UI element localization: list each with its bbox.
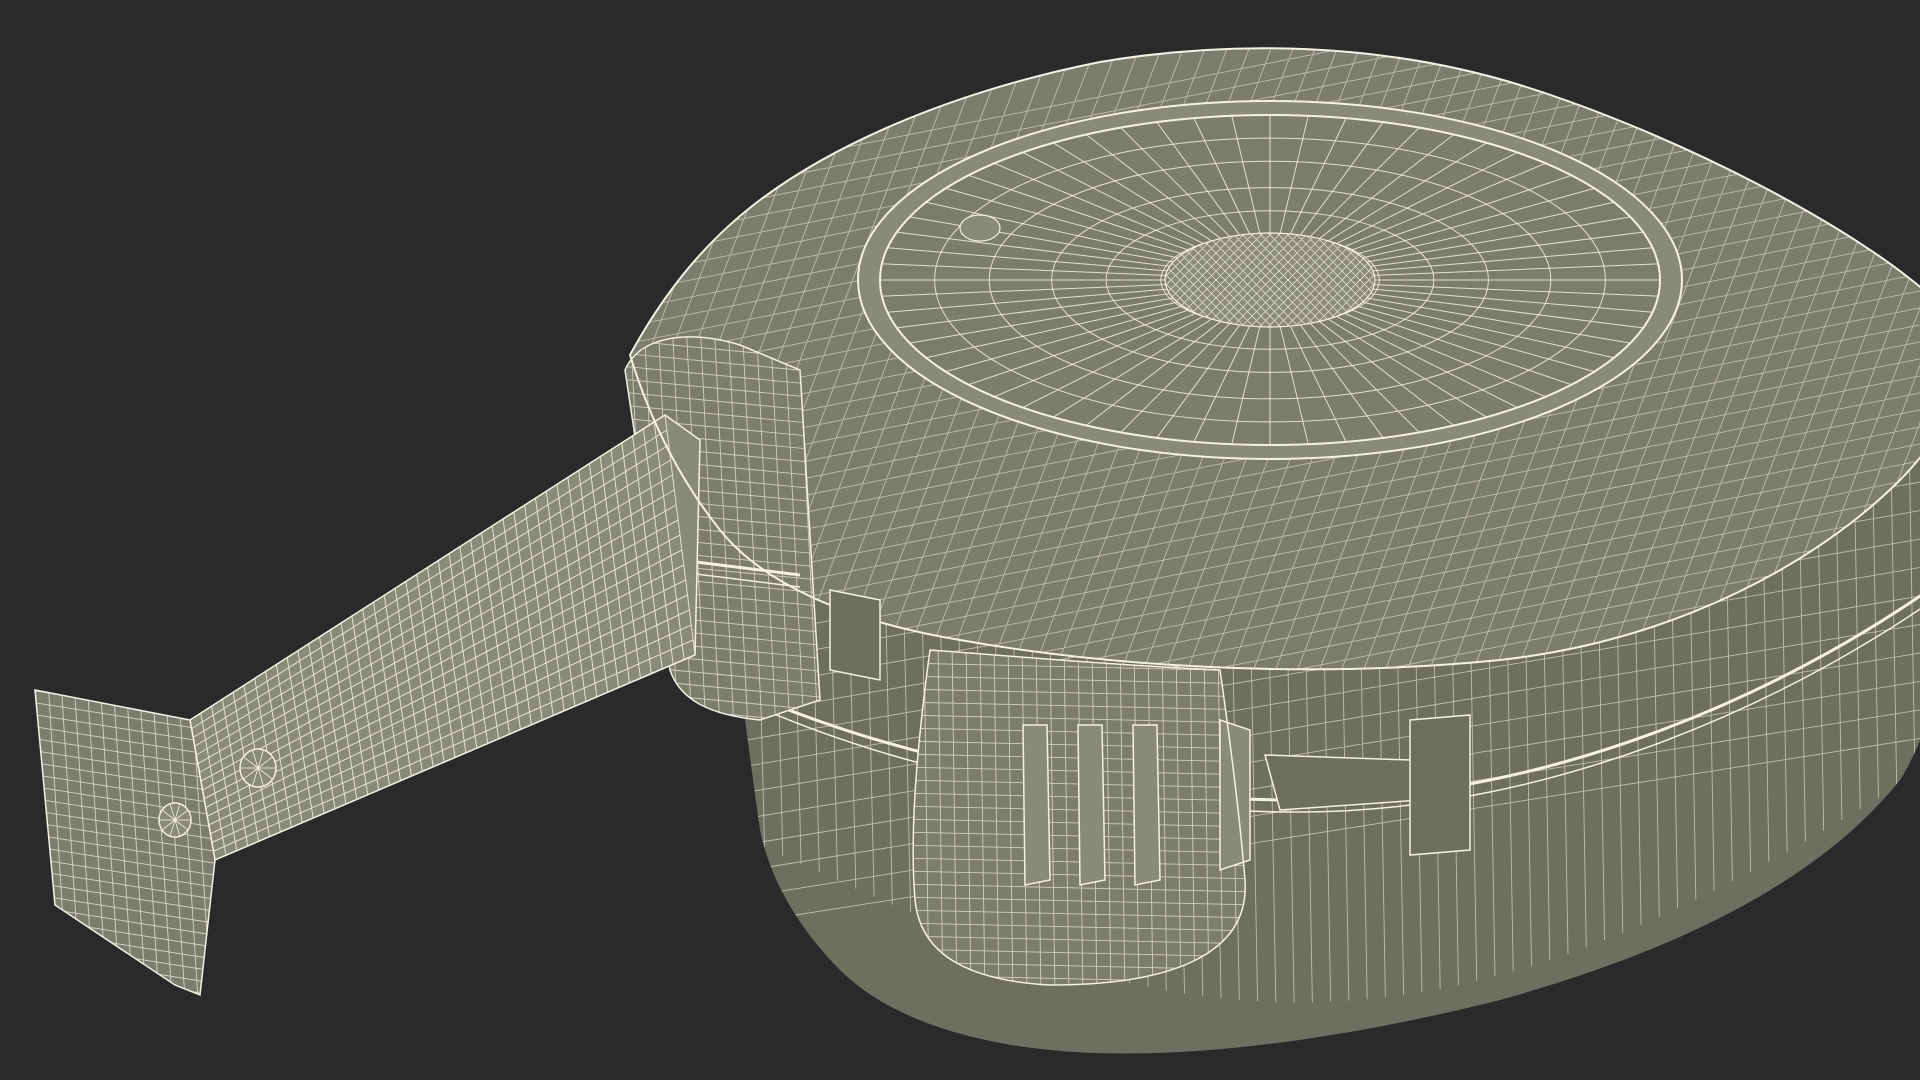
tape-measure-wireframe-icon [34, 47, 1920, 1054]
belt-clip [912, 649, 1251, 986]
render-viewport [0, 0, 1920, 1080]
tape-blade [189, 414, 701, 862]
